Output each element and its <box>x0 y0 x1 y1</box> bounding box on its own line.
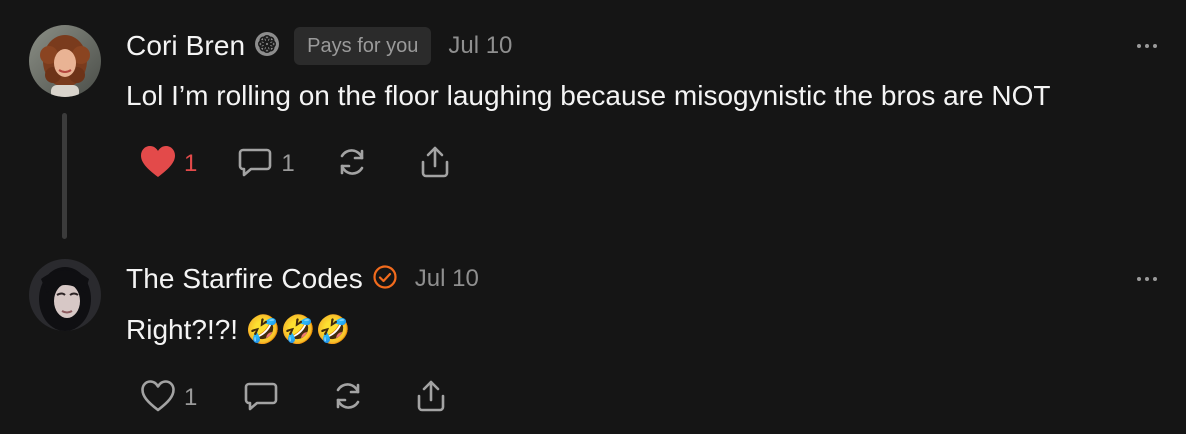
comment-text: Right?!?! 🤣🤣🤣 <box>126 314 351 345</box>
dot-icon <box>1145 44 1149 48</box>
comment-text: Lol I’m rolling on the floor laughing be… <box>126 80 1051 111</box>
author-name[interactable]: Cori Bren <box>126 30 245 62</box>
comment-bubble-icon <box>237 144 273 185</box>
pays-for-you-badge: Pays for you <box>294 27 432 65</box>
restack-button[interactable] <box>335 145 369 184</box>
share-icon <box>415 379 447 418</box>
reply-button[interactable] <box>243 378 279 419</box>
share-button[interactable] <box>419 145 451 184</box>
dot-icon <box>1145 277 1149 281</box>
comment-date[interactable]: Jul 10 <box>415 265 479 293</box>
heart-filled-icon <box>140 145 176 184</box>
dot-icon <box>1137 44 1141 48</box>
comment-thread: Cori Bren Pays for you Jul 10 Lol I’m ro… <box>0 0 1186 434</box>
verified-check-icon <box>372 264 398 295</box>
reply-button[interactable]: 1 <box>237 144 295 185</box>
restack-icon <box>335 145 369 184</box>
comment-date[interactable]: Jul 10 <box>448 32 512 60</box>
share-button[interactable] <box>415 379 447 418</box>
dot-icon <box>1137 277 1141 281</box>
avatar[interactable] <box>29 259 101 331</box>
like-button[interactable]: 1 <box>140 379 197 418</box>
reply-count: 1 <box>281 150 295 177</box>
heart-outline-icon <box>140 379 176 418</box>
comment-header: The Starfire Codes Jul 10 <box>126 259 479 299</box>
avatar[interactable] <box>29 25 101 97</box>
comment-header: Cori Bren Pays for you Jul 10 <box>126 26 512 66</box>
like-count: 1 <box>184 384 198 411</box>
dot-icon <box>1153 277 1157 281</box>
like-button[interactable]: 1 <box>140 145 197 184</box>
like-count: 1 <box>184 150 198 177</box>
comment-actions: 1 <box>140 378 447 418</box>
restack-button[interactable] <box>331 379 365 418</box>
author-name[interactable]: The Starfire Codes <box>126 263 363 295</box>
restack-icon <box>331 379 365 418</box>
comment-bubble-icon <box>243 378 279 419</box>
more-options-button[interactable] <box>1137 277 1157 281</box>
share-icon <box>419 145 451 184</box>
subscriber-flower-icon <box>254 31 280 62</box>
more-options-button[interactable] <box>1137 44 1157 48</box>
comment-actions: 1 1 <box>140 144 451 184</box>
thread-connector-line <box>62 113 67 239</box>
dot-icon <box>1153 44 1157 48</box>
